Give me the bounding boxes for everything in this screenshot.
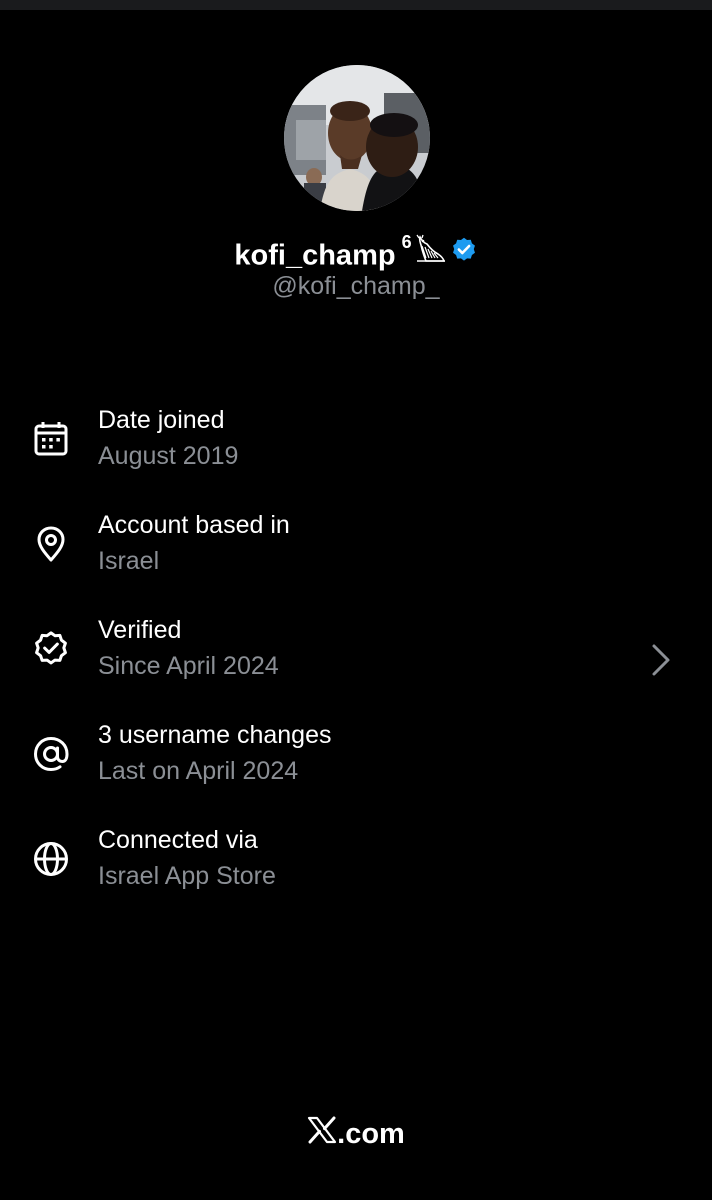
profile-handle: @kofi_champ_ [272,272,440,300]
info-subtitle: Israel App Store [98,862,276,890]
x-logo-icon [307,1116,337,1149]
footer-brand: .com [0,1116,712,1151]
at-sign-icon [32,735,70,773]
info-subtitle: Israel [98,547,160,575]
info-item-connected-via: Connected via Israel App Store [0,822,712,927]
status-bar-strip [0,0,712,10]
info-item-username-changes: 3 username changes Last on April 2024 [0,717,712,822]
profile-name-row: kofi_champ 6 [0,232,712,273]
owl-icon [414,234,448,269]
avatar-photo [284,65,430,211]
globe-icon [32,840,70,878]
info-subtitle: August 2019 [98,442,239,470]
footer-brand-text: .com [337,1118,405,1150]
chevron-right-icon[interactable] [648,640,674,680]
info-subtitle: Last on April 2024 [98,757,299,785]
verified-check-icon [32,630,70,668]
info-title: Account based in [98,511,290,539]
avatar[interactable] [284,65,430,211]
location-pin-icon [32,525,70,563]
info-subtitle: Since April 2024 [98,652,279,680]
display-name: kofi_champ [234,239,396,272]
info-title: Connected via [98,826,258,854]
account-info-list: Date joined August 2019 Account based in… [0,402,712,927]
name-superscript: 6 [401,232,412,252]
info-title: 3 username changes [98,721,332,749]
calendar-icon [32,420,70,458]
info-item-account-based-in: Account based in Israel [0,507,712,612]
verified-badge-icon[interactable] [450,236,478,269]
info-item-verified[interactable]: Verified Since April 2024 [0,612,712,717]
info-title: Date joined [98,406,225,434]
info-item-date-joined: Date joined August 2019 [0,402,712,507]
info-title: Verified [98,616,182,644]
